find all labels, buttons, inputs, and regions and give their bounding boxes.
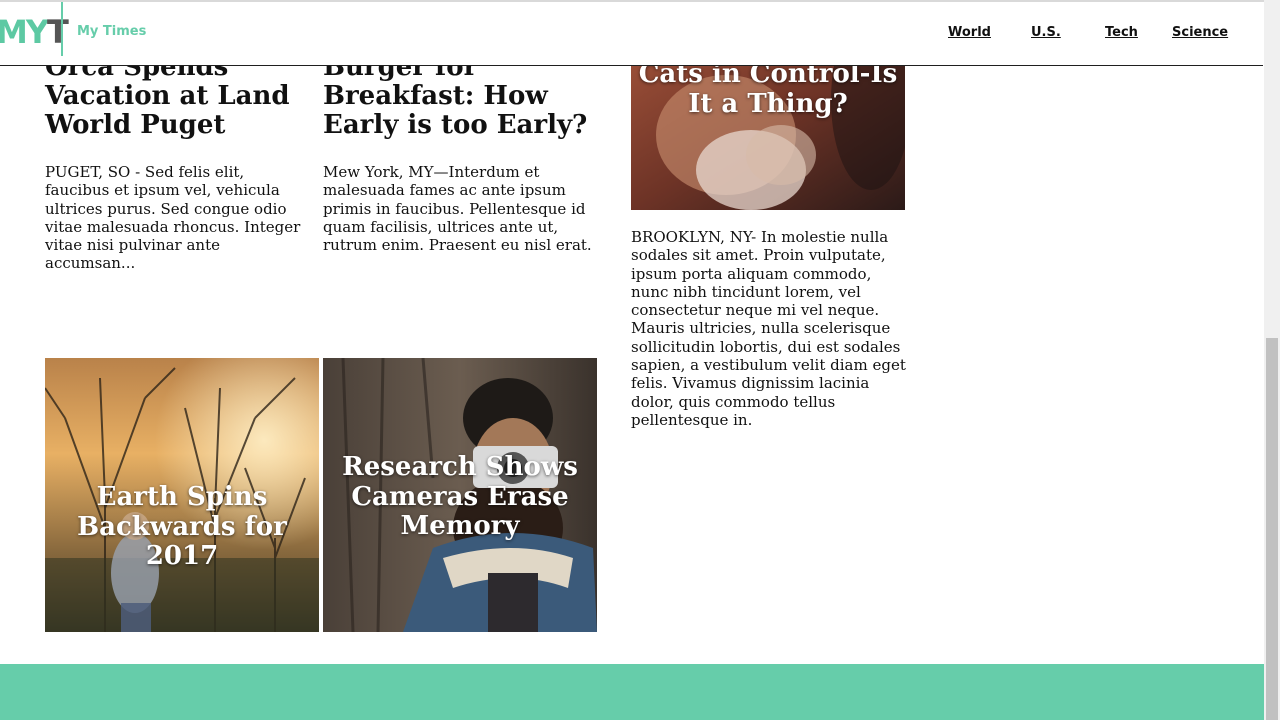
scrollbar-thumb[interactable] (1266, 338, 1278, 720)
camera-tile-title: Research Shows Cameras Erase Memory (342, 452, 578, 541)
article-headline-burger[interactable]: Burger for Breakfast: How Early is too E… (323, 53, 588, 140)
logo-divider (61, 2, 63, 56)
article-blurb-cats: BROOKLYN, NY- In molestie nulla sodales … (631, 228, 906, 429)
article-blurb-orca: PUGET, SO - Sed felis elit, faucibus et … (45, 163, 301, 273)
nav-link-us[interactable]: U.S. (1031, 25, 1061, 40)
brand-name[interactable]: My Times (77, 24, 146, 39)
article-blurb-burger: Mew York, MY—Interdum et malesuada fames… (323, 163, 592, 255)
nav-link-tech[interactable]: Tech (1105, 25, 1138, 40)
cats-tile-title: Cats in Control-Is It a Thing? (638, 59, 898, 119)
nav-link-world[interactable]: World (948, 25, 991, 40)
top-navbar: MYT My Times World U.S. Tech Science (0, 2, 1263, 66)
nav-link-science[interactable]: Science (1172, 25, 1228, 40)
page-footer (0, 664, 1264, 720)
camera-image-tile[interactable]: Research Shows Cameras Erase Memory (323, 358, 597, 632)
earth-image-tile[interactable]: Earth Spins Backwards for 2017 (45, 358, 319, 632)
earth-tile-title: Earth Spins Backwards for 2017 (77, 482, 287, 571)
logo-text-my: MY (0, 13, 49, 51)
site-logo[interactable]: MYT (0, 12, 69, 52)
logo-text-t: T (47, 13, 69, 51)
article-headline-orca[interactable]: Orca Spends Vacation at Land World Puget (45, 53, 305, 140)
